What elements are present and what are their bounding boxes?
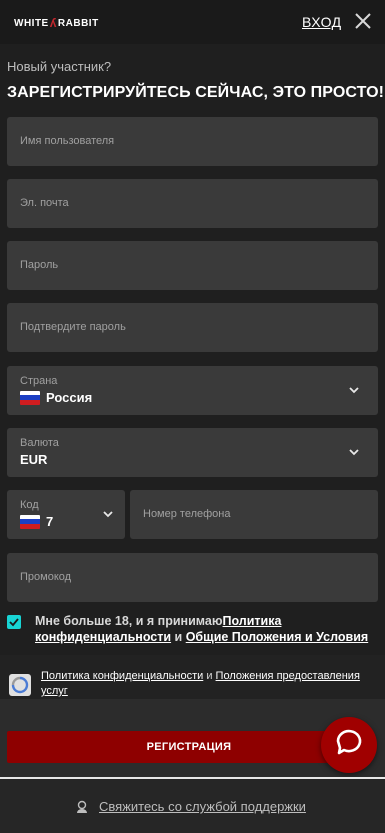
consent-and: и [171,630,186,644]
currency-value: EUR [20,452,48,467]
close-icon[interactable] [354,12,372,30]
login-link[interactable]: ВХОД [302,14,342,30]
consent-lead: Мне больше 18, и я принимаю [35,614,223,628]
recaptcha-and: и [203,670,216,682]
support-agent-icon [77,800,87,813]
terms-link[interactable]: Общие Положения и Условия [186,630,368,644]
username-placeholder: Имя пользователя [20,135,115,147]
code-label: Код [20,499,39,511]
code-value-wrap: 7 [20,514,53,529]
email-field[interactable]: Эл. почта [7,179,378,228]
logo-text-rabbit: RABBIT [57,17,99,29]
recaptcha-privacy-link[interactable]: Политика конфиденциальности [41,670,203,682]
chevron-down-icon [349,387,359,394]
phone-placeholder: Номер телефона [143,508,231,520]
password-placeholder: Пароль [20,259,59,271]
brand-logo[interactable]: WHITE ʎ RABBIT [14,16,99,30]
live-chat-button[interactable] [321,717,377,773]
russia-flag-icon [20,390,40,405]
country-value: Россия [46,390,93,405]
country-select[interactable]: Страна Россия [7,366,378,415]
support-label: Свяжитесь со службой поддержки [99,799,306,814]
logo-text-white: WHITE [14,17,49,29]
phone-number-field[interactable]: Номер телефона [130,490,378,539]
chat-icon [336,729,362,755]
page-title: ЗАРЕГИСТРИРУЙТЕСЬ СЕЙЧАС, ЭТО ПРОСТО! [7,84,385,101]
chevron-down-icon [349,449,359,456]
age-terms-checkbox[interactable] [7,615,21,629]
email-placeholder: Эл. почта [20,197,69,209]
checkmark-icon [9,618,19,627]
username-field[interactable]: Имя пользователя [7,117,378,166]
recaptcha-text: Политика конфиденциальности и Положения … [41,669,376,699]
consent-text: Мне больше 18, и я принимаюПолитика конф… [35,613,375,645]
confirm-password-placeholder: Подтвердите пароль [20,321,126,333]
currency-label: Валюта [20,437,59,449]
chevron-down-icon [103,511,113,518]
rabbit-mark-icon: ʎ [49,16,57,30]
register-button[interactable]: РЕГИСТРАЦИЯ [7,731,371,763]
recaptcha-icon [9,674,31,696]
code-value: 7 [46,514,54,529]
top-bar: WHITE ʎ RABBIT ВХОД [0,0,385,44]
confirm-password-field[interactable]: Подтвердите пароль [7,303,378,352]
country-label: Страна [20,375,58,387]
promo-placeholder: Промокод [20,571,72,583]
password-field[interactable]: Пароль [7,241,378,290]
new-member-text: Новый участник? [7,59,112,74]
support-link[interactable]: Свяжитесь со службой поддержки [75,799,306,814]
promo-code-field[interactable]: Промокод [7,553,378,602]
currency-select[interactable]: Валюта EUR [7,428,378,477]
russia-flag-icon [20,514,40,529]
phone-code-select[interactable]: Код 7 [7,490,125,539]
country-value-wrap: Россия [20,390,92,405]
